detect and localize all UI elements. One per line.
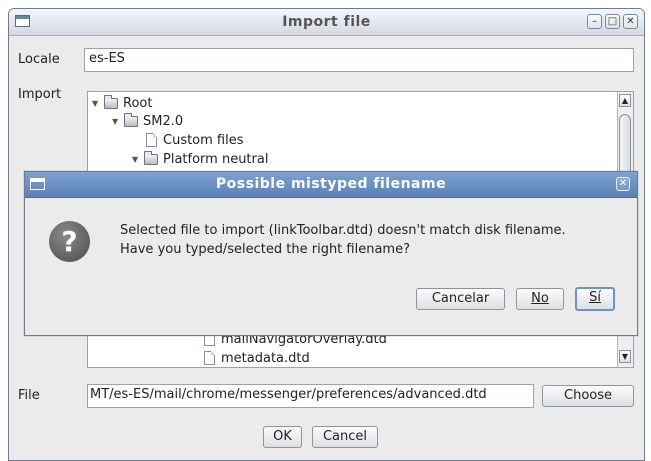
dialog-titlebar[interactable]: Possible mistyped filename ✕ [25, 172, 637, 198]
tree-item-sm20[interactable]: ▼ SM2.0 [112, 112, 183, 130]
scroll-down-icon[interactable]: ▼ [619, 350, 631, 363]
file-label: File [18, 388, 40, 403]
tree-item-platform-neutral[interactable]: ▼ Platform neutral [132, 150, 268, 168]
dialog-yes-label: Sí [589, 290, 601, 305]
question-icon: ? [49, 221, 90, 262]
folder-open-icon [144, 150, 158, 165]
file-icon [146, 133, 157, 147]
folder-open-icon [104, 94, 118, 109]
folder-open-icon [124, 112, 138, 127]
file-icon [204, 351, 215, 365]
locale-input[interactable]: es-ES [84, 48, 634, 72]
dialog-no-label: No [531, 291, 549, 306]
dialog-message-line2: Have you typed/selected the right filena… [120, 242, 410, 257]
close-icon[interactable]: ✕ [616, 177, 630, 191]
dialog-message-line1: Selected file to import (linkToolbar.dtd… [120, 223, 566, 238]
dialog-title: Possible mistyped filename [215, 176, 447, 192]
maximize-icon[interactable]: □ [605, 14, 620, 29]
file-path-input[interactable]: МT/es-ES/mail/chrome/messenger/preferenc… [87, 384, 534, 408]
tree-item-root[interactable]: ▼ Root [92, 94, 152, 112]
window-title: Import file [282, 14, 371, 30]
tree-item-metadata[interactable]: metadata.dtd [204, 349, 310, 367]
tree-item-label: Custom files [163, 132, 244, 148]
expanded-toggle-icon[interactable]: ▼ [132, 155, 142, 164]
mistyped-filename-dialog: Possible mistyped filename ✕ ? Selected … [24, 171, 638, 336]
ok-button[interactable]: OK [263, 426, 302, 448]
expanded-toggle-icon[interactable]: ▼ [92, 99, 102, 108]
dialog-cancel-button[interactable]: Cancelar [416, 288, 505, 310]
tree-item-label: Platform neutral [163, 151, 269, 167]
expanded-toggle-icon[interactable]: ▼ [112, 117, 122, 126]
tree-item-label: SM2.0 [143, 113, 184, 129]
tree-item-label: Root [123, 95, 153, 111]
locale-label: Locale [18, 52, 60, 67]
minimize-icon[interactable]: – [587, 14, 602, 29]
dialog-no-button[interactable]: No [516, 288, 564, 310]
cancel-button[interactable]: Cancel [312, 426, 378, 448]
import-label: Import [18, 87, 62, 102]
close-icon[interactable]: ✕ [623, 14, 638, 29]
scroll-up-icon[interactable]: ▲ [619, 94, 631, 107]
choose-button[interactable]: Choose [542, 385, 634, 407]
tree-item-custom-files[interactable]: Custom files [146, 131, 244, 149]
dialog-yes-button[interactable]: Sí [575, 287, 615, 311]
tree-item-label: metadata.dtd [221, 350, 310, 366]
window-titlebar[interactable]: Import file – □ ✕ [9, 9, 644, 36]
